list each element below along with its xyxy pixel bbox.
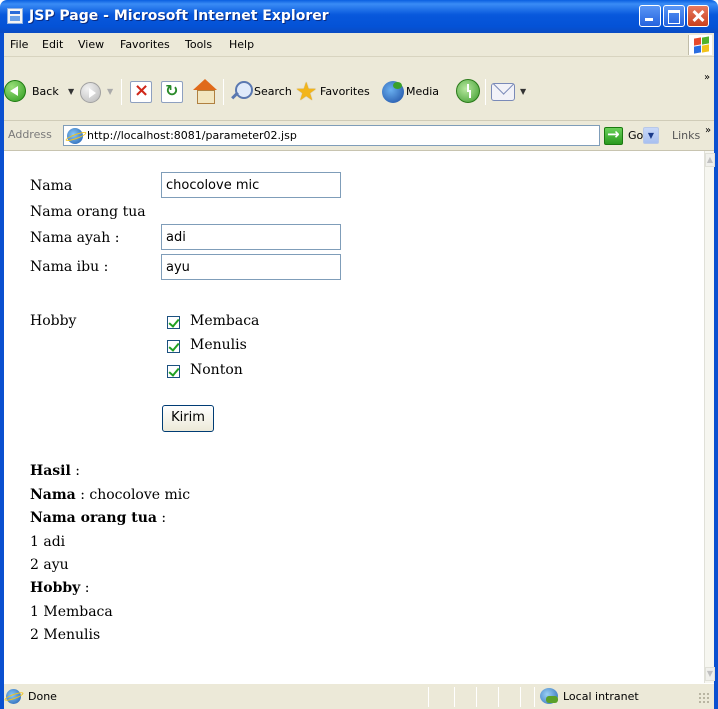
- windows-logo-icon: [688, 35, 712, 55]
- result-hobby-item: 1 Membaca: [30, 604, 113, 620]
- menulis-checkbox[interactable]: [167, 340, 180, 353]
- menulis-label: Menulis: [190, 337, 247, 353]
- security-zone-label: Local intranet: [563, 690, 639, 703]
- ibu-label: Nama ibu :: [30, 259, 109, 275]
- result-hobby-item: 2 Menulis: [30, 627, 101, 643]
- ayah-label: Nama ayah :: [30, 230, 120, 246]
- orang-tua-label: Nama orang tua: [30, 204, 146, 220]
- ie-page-icon: [7, 8, 23, 24]
- close-button[interactable]: [687, 5, 709, 27]
- window-titlebar[interactable]: JSP Page - Microsoft Internet Explorer: [0, 0, 718, 33]
- toolbar-overflow-chevron-icon[interactable]: »: [704, 72, 710, 83]
- vertical-scrollbar[interactable]: ▲ ▼: [704, 151, 715, 683]
- toolbar-separator: [121, 79, 122, 105]
- media-button-label[interactable]: Media: [406, 85, 439, 98]
- hasil-label: Hasil: [30, 463, 71, 479]
- go-arrow-icon[interactable]: [604, 125, 623, 145]
- result-nama-label: Nama: [30, 487, 76, 503]
- home-icon[interactable]: [192, 79, 218, 104]
- media-icon[interactable]: [382, 81, 404, 103]
- window-frame-right: [714, 33, 718, 709]
- window-title: JSP Page - Microsoft Internet Explorer: [29, 8, 329, 24]
- ie-page-icon: [6, 689, 21, 704]
- ibu-input[interactable]: [161, 254, 341, 280]
- search-icon[interactable]: [230, 80, 253, 102]
- status-separator: [454, 687, 455, 707]
- go-button-label[interactable]: Go: [628, 129, 643, 142]
- status-separator: [520, 687, 521, 707]
- favorites-star-icon[interactable]: ★: [295, 79, 317, 104]
- page-content: Nama Nama orang tua Nama ayah : Nama ibu…: [4, 151, 704, 683]
- address-input[interactable]: http://localhost:8081/parameter02.jsp ▼: [63, 125, 659, 146]
- address-url[interactable]: http://localhost:8081/parameter02.jsp: [87, 129, 297, 142]
- kirim-button[interactable]: Kirim: [162, 405, 214, 432]
- menu-favorites[interactable]: Favorites: [120, 38, 170, 51]
- hobby-label: Hobby: [30, 313, 77, 329]
- mail-icon[interactable]: [491, 83, 515, 101]
- menu-file[interactable]: File: [10, 38, 28, 51]
- result-hobby-label: Hobby: [30, 580, 81, 596]
- status-separator: [534, 687, 535, 707]
- history-icon[interactable]: [456, 79, 480, 103]
- toolbar-separator: [485, 79, 486, 105]
- mail-dropdown-icon[interactable]: ▼: [520, 87, 526, 96]
- search-button-label[interactable]: Search: [254, 85, 292, 98]
- refresh-icon[interactable]: [161, 81, 183, 103]
- menu-view[interactable]: View: [78, 38, 104, 51]
- status-separator: [498, 687, 499, 707]
- status-bar: Done Local intranet: [4, 683, 714, 709]
- status-separator: [428, 687, 429, 707]
- address-dropdown-icon[interactable]: ▼: [643, 127, 659, 144]
- ie-page-icon: [67, 128, 83, 144]
- back-arrow-icon[interactable]: [4, 80, 26, 102]
- result-nama-value: chocolove mic: [89, 487, 191, 503]
- minimize-button[interactable]: [639, 5, 661, 27]
- result-orang-tua-item: 2 ayu: [30, 557, 69, 573]
- resize-grip-icon[interactable]: [698, 692, 710, 704]
- menu-edit[interactable]: Edit: [42, 38, 63, 51]
- forward-arrow-icon[interactable]: [80, 82, 101, 103]
- address-bar: Address http://localhost:8081/parameter0…: [4, 121, 714, 151]
- nama-input[interactable]: [161, 172, 341, 198]
- links-label[interactable]: Links: [672, 129, 700, 142]
- toolbar-separator: [223, 79, 224, 105]
- hasil-heading: Hasil :: [30, 463, 80, 479]
- result-nama-line: Nama : chocolove mic: [30, 487, 191, 503]
- ayah-input[interactable]: [161, 224, 341, 250]
- status-text: Done: [28, 690, 57, 703]
- nonton-checkbox[interactable]: [167, 365, 180, 378]
- result-hobby-heading: Hobby :: [30, 580, 90, 596]
- back-button-label[interactable]: Back: [32, 85, 59, 98]
- links-chevron-icon[interactable]: »: [705, 125, 711, 136]
- membaca-checkbox[interactable]: [167, 316, 180, 329]
- membaca-label: Membaca: [190, 313, 260, 329]
- intranet-zone-icon: [540, 688, 558, 704]
- result-orang-tua-heading: Nama orang tua :: [30, 510, 167, 526]
- scroll-up-icon[interactable]: ▲: [705, 153, 715, 167]
- menu-bar: File Edit View Favorites Tools Help: [4, 33, 714, 57]
- stop-icon[interactable]: [130, 80, 152, 103]
- nonton-label: Nonton: [190, 362, 243, 378]
- back-dropdown-icon[interactable]: ▼: [68, 87, 74, 96]
- result-orang-tua-label: Nama orang tua: [30, 510, 157, 526]
- address-label: Address: [8, 128, 52, 141]
- nama-label: Nama: [30, 178, 73, 194]
- favorites-button-label[interactable]: Favorites: [320, 85, 370, 98]
- menu-help[interactable]: Help: [229, 38, 254, 51]
- menu-tools[interactable]: Tools: [185, 38, 212, 51]
- result-orang-tua-item: 1 adi: [30, 534, 66, 550]
- status-separator: [476, 687, 477, 707]
- forward-dropdown-icon[interactable]: ▼: [107, 87, 113, 96]
- scroll-down-icon[interactable]: ▼: [705, 667, 715, 681]
- maximize-button[interactable]: [663, 5, 685, 27]
- toolbar: Back ▼ ▼ Search ★ Favorites Media ▼ »: [4, 57, 714, 121]
